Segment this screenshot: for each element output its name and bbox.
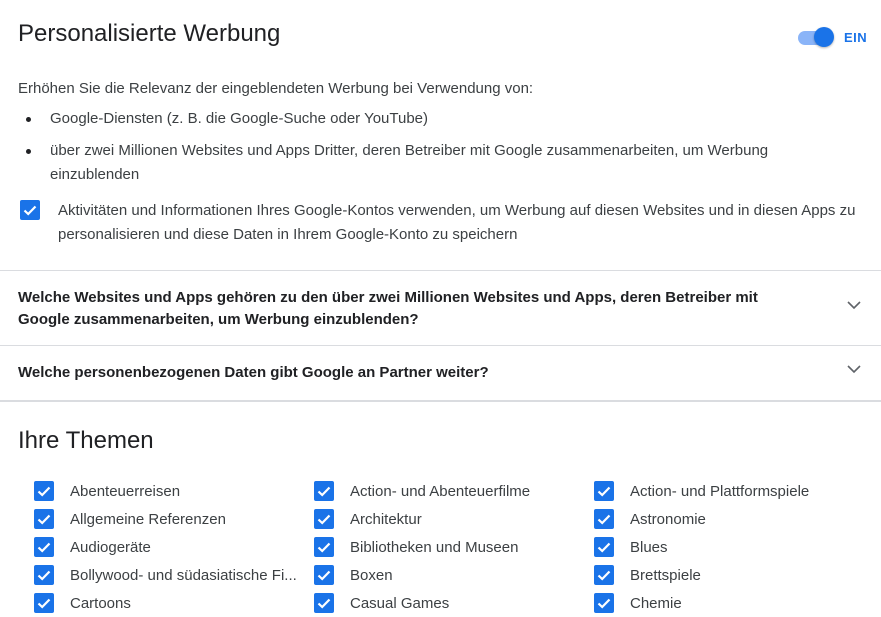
topic-checkbox[interactable]: [34, 509, 54, 529]
topic-checkbox[interactable]: [314, 593, 334, 613]
toggle-state-label: EIN: [844, 30, 868, 45]
topic-item[interactable]: Casual Games: [314, 593, 584, 617]
topic-item[interactable]: Bollywood- und südasiatische Fi...: [34, 565, 304, 589]
topic-checkbox[interactable]: [594, 537, 614, 557]
topic-item[interactable]: Boxen: [314, 565, 584, 589]
bullet-dot: [26, 117, 31, 122]
topic-item[interactable]: Cartoons: [34, 593, 304, 617]
topic-label: Brettspiele: [630, 567, 701, 584]
divider: [0, 400, 881, 402]
topic-label: Casual Games: [350, 595, 450, 612]
topic-label: Abenteuerreisen: [70, 483, 181, 500]
topic-checkbox[interactable]: [314, 481, 334, 501]
topic-checkbox[interactable]: [594, 593, 614, 613]
bullet-item: Google-Diensten (z. B. die Google-Suche …: [50, 110, 429, 127]
topics-title: Ihre Themen: [18, 427, 154, 454]
topic-label: Chemie: [630, 595, 682, 612]
topic-item[interactable]: Allgemeine Referenzen: [34, 509, 304, 533]
topic-checkbox[interactable]: [594, 481, 614, 501]
consent-checkbox[interactable]: [20, 200, 40, 220]
topic-checkbox[interactable]: [34, 593, 54, 613]
topic-label: Cartoons: [70, 595, 131, 612]
section-title: Personalisierte Werbung: [18, 20, 281, 47]
topic-label: Architektur: [350, 511, 422, 528]
divider: [0, 345, 881, 346]
personalized-ads-toggle[interactable]: [796, 25, 834, 49]
topic-checkbox[interactable]: [34, 565, 54, 585]
topic-label: Boxen: [350, 567, 393, 584]
checkmark-icon: [597, 598, 611, 609]
topic-checkbox[interactable]: [314, 537, 334, 557]
checkmark-icon: [37, 542, 51, 553]
topic-label: Action- und Plattformspiele: [630, 483, 810, 500]
checkmark-icon: [597, 542, 611, 553]
topic-checkbox[interactable]: [34, 481, 54, 501]
topic-checkbox[interactable]: [34, 537, 54, 557]
checkmark-icon: [37, 486, 51, 497]
chevron-down-icon[interactable]: [844, 295, 864, 315]
topic-item[interactable]: Audiogeräte: [34, 537, 304, 561]
checkmark-icon: [597, 486, 611, 497]
checkmark-icon: [37, 598, 51, 609]
checkmark-icon: [37, 570, 51, 581]
checkmark-icon: [37, 514, 51, 525]
checkmark-icon: [317, 598, 331, 609]
consent-text: Aktivitäten und Informationen Ihres Goog…: [58, 202, 856, 243]
checkmark-icon: [597, 570, 611, 581]
checkmark-icon: [317, 542, 331, 553]
topic-item[interactable]: Chemie: [594, 593, 864, 617]
checkmark-icon: [23, 205, 37, 216]
checkmark-icon: [317, 570, 331, 581]
topic-checkbox[interactable]: [314, 509, 334, 529]
topic-checkbox[interactable]: [314, 565, 334, 585]
topic-item[interactable]: Blues: [594, 537, 864, 561]
topic-item[interactable]: Action- und Plattformspiele: [594, 481, 864, 505]
topic-label: Astronomie: [630, 511, 706, 528]
bullet-item: über zwei Millionen Websites und Apps Dr…: [50, 142, 769, 183]
faq-personal-data[interactable]: Welche personenbezogenen Daten gibt Goog…: [18, 362, 798, 384]
topic-item[interactable]: Brettspiele: [594, 565, 864, 589]
chevron-down-icon[interactable]: [844, 359, 864, 379]
topic-item[interactable]: Astronomie: [594, 509, 864, 533]
topic-label: Bollywood- und südasiatische Fi...: [70, 567, 297, 584]
topic-item[interactable]: Bibliotheken und Museen: [314, 537, 584, 561]
checkmark-icon: [317, 514, 331, 525]
topic-label: Allgemeine Referenzen: [70, 511, 226, 528]
topic-item[interactable]: Action- und Abenteuerfilme: [314, 481, 584, 505]
topic-checkbox[interactable]: [594, 565, 614, 585]
divider: [0, 270, 881, 271]
intro-text: Erhöhen Sie die Relevanz der eingeblende…: [18, 80, 534, 97]
topic-label: Blues: [630, 539, 668, 556]
topic-label: Bibliotheken und Museen: [350, 539, 519, 556]
topic-item[interactable]: Abenteuerreisen: [34, 481, 304, 505]
checkmark-icon: [317, 486, 331, 497]
toggle-thumb: [814, 27, 834, 47]
faq-partner-sites[interactable]: Welche Websites und Apps gehören zu den …: [18, 287, 798, 331]
topic-label: Action- und Abenteuerfilme: [350, 483, 531, 500]
checkmark-icon: [597, 514, 611, 525]
bullet-dot: [26, 149, 31, 154]
topic-label: Audiogeräte: [70, 539, 151, 556]
topic-item[interactable]: Architektur: [314, 509, 584, 533]
topic-checkbox[interactable]: [594, 509, 614, 529]
